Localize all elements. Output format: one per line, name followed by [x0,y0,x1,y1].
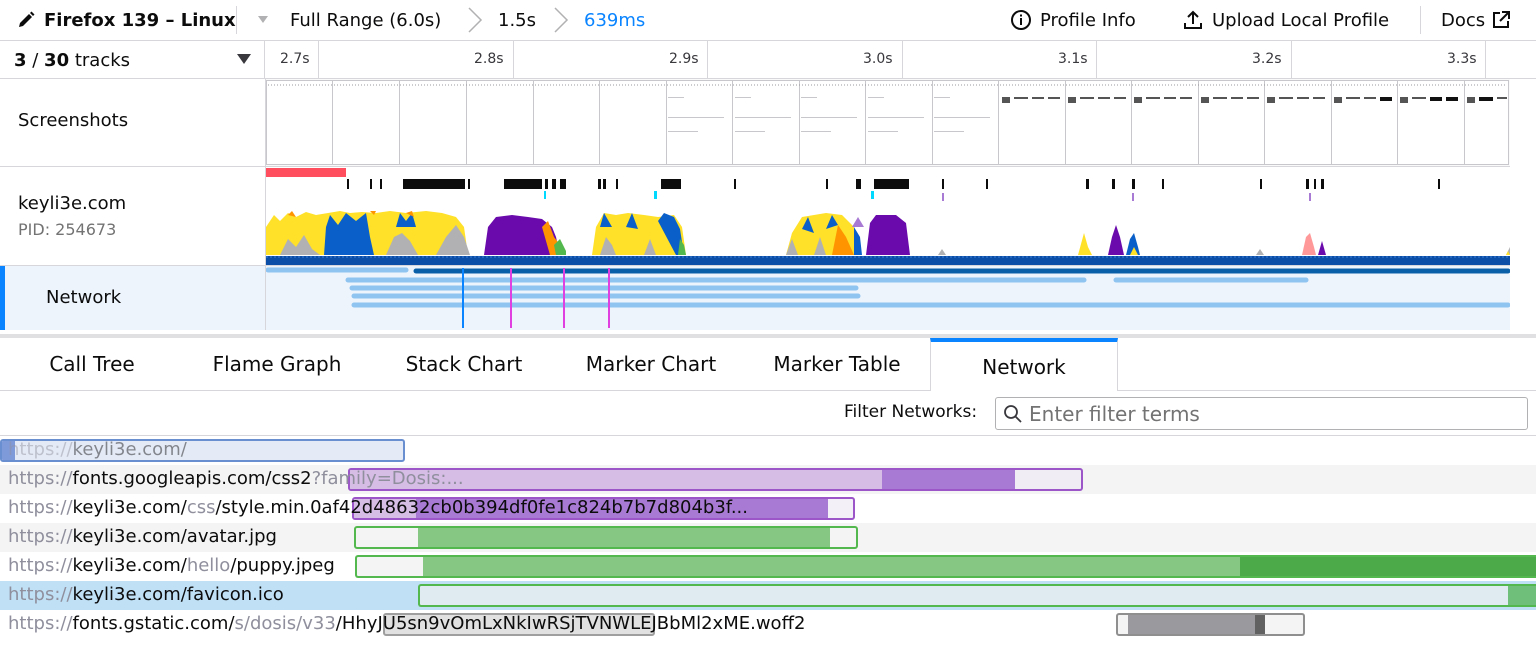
request-url: https://keyli3e.com/ [8,439,187,460]
pencil-icon [19,11,35,27]
app-title: Firefox 139 – Linux [44,9,236,31]
network-row[interactable]: https://keyli3e.com/hello/puppy.jpeg [0,552,1536,581]
profile-info-button[interactable]: Profile Info [1010,0,1136,40]
tick-label: 3.0s [863,51,893,67]
process-track[interactable]: keyli3e.com PID: 254673 [0,167,1510,266]
ruler-tick [1291,41,1292,79]
track-header: 3 / 30 tracks 2.7s 2.8s 2.9s 3.0s 3.1s 3… [0,41,1536,79]
network-row[interactable]: https://fonts.gstatic.com/s/dosis/v33/Hh… [0,610,1536,639]
app-title-button[interactable]: Firefox 139 – Linux [16,0,236,40]
divider [1420,6,1421,34]
tick-label: 2.9s [669,51,699,67]
tab-marker-table[interactable]: Marker Table [744,338,930,390]
tick-label: 3.2s [1252,51,1282,67]
upload-icon [1184,10,1202,29]
filter-input[interactable] [1029,401,1519,426]
request-url: https://keyli3e.com/css/style.min.0af42d… [8,497,748,518]
ruler-tick [1485,41,1486,79]
tracks-suffix: tracks [69,49,131,71]
request-url: https://keyli3e.com/avatar.jpg [8,526,277,547]
tab-stack-chart[interactable]: Stack Chart [370,338,558,390]
request-url: https://fonts.googleapis.com/css2?family… [8,468,464,489]
network-track-label[interactable]: Network [0,266,266,330]
tab-flame-graph[interactable]: Flame Graph [184,338,370,390]
breadcrumb-chevron-icon [554,7,569,33]
screenshots-strip[interactable] [266,79,1510,166]
ruler-tick [707,41,708,79]
screenshot-thumbnails [266,79,1510,166]
tab-marker-chart[interactable]: Marker Chart [558,338,744,390]
process-track-label[interactable]: keyli3e.com PID: 254673 [0,167,266,265]
breadcrumb-full-range[interactable]: Full Range (6.0s) [290,0,441,40]
track-scroll-gutter [1510,79,1536,330]
network-requests-graph [265,267,1511,328]
screenshots-label: Screenshots [18,110,129,131]
network-track-graph[interactable] [265,266,1511,330]
breadcrumb-mid[interactable]: 1.5s [498,0,536,40]
breadcrumb-current[interactable]: 639ms [584,0,645,40]
breadcrumb-chevron-icon [468,7,483,33]
process-activity-graph[interactable] [266,167,1510,265]
tab-network[interactable]: Network [930,338,1118,391]
visible-track-count: 3 [14,49,27,71]
tick-label: 2.8s [474,51,504,67]
total-track-count: 30 [44,49,70,71]
external-link-icon [1493,11,1511,28]
request-url: https://keyli3e.com/hello/puppy.jpeg [8,555,335,576]
timeline-ruler[interactable]: 2.7s 2.8s 2.9s 3.0s 3.1s 3.2s 3.3s [266,41,1510,79]
network-row[interactable]: https://keyli3e.com/avatar.jpg [0,523,1536,552]
tick-label: 3.3s [1447,51,1477,67]
network-row-selected[interactable]: https://keyli3e.com/favicon.ico [0,581,1536,610]
tick-label: 3.1s [1058,51,1088,67]
ruler-tick [513,41,514,79]
request-timing-bar [354,526,858,549]
filter-label: Filter Networks: [844,402,978,422]
request-timing-bar [418,584,1536,607]
docs-link[interactable]: Docs [1441,0,1511,40]
network-track[interactable]: Network [0,266,1511,330]
network-filter-bar: Filter Networks: [0,391,1536,436]
top-bar: Firefox 139 – Linux Full Range (6.0s) 1.… [0,0,1536,41]
details-tab-bar: Call Tree Flame Graph Stack Chart Marker… [0,334,1536,391]
track-count-separator: / [26,49,45,71]
track-count-button[interactable]: 3 / 30 tracks [0,41,265,79]
activity-graph [266,168,1510,265]
search-icon [1004,404,1022,423]
request-url: https://keyli3e.com/favicon.ico [8,584,284,605]
ruler-tick [1096,41,1097,79]
ruler-tick [902,41,903,79]
upload-profile-button[interactable]: Upload Local Profile [1182,0,1389,40]
network-label: Network [46,287,122,308]
request-url: https://fonts.gstatic.com/s/dosis/v33/Hh… [8,613,806,634]
breadcrumb-root-icon [258,16,268,23]
info-icon [1011,10,1031,30]
upload-label: Upload Local Profile [1212,9,1390,31]
network-row[interactable]: https://keyli3e.com/css/style.min.0af42d… [0,494,1536,523]
process-pid: PID: 254673 [18,220,117,239]
process-name: keyli3e.com [18,193,127,214]
request-timing-bar [355,555,1536,578]
tab-call-tree[interactable]: Call Tree [0,338,184,390]
screenshots-track[interactable]: Screenshots [0,79,1510,167]
network-row[interactable]: https://fonts.googleapis.com/css2?family… [0,465,1536,494]
docs-label: Docs [1441,9,1486,31]
profile-info-label: Profile Info [1040,9,1136,31]
screenshots-track-label[interactable]: Screenshots [0,79,266,166]
divider [236,6,237,34]
dropdown-triangle-icon [237,54,251,64]
filter-box[interactable] [995,397,1528,430]
tick-label: 2.7s [280,51,310,67]
network-row[interactable]: https://keyli3e.com/ [0,436,1536,465]
ruler-tick [318,41,319,79]
request-timing-bar [1116,613,1305,636]
